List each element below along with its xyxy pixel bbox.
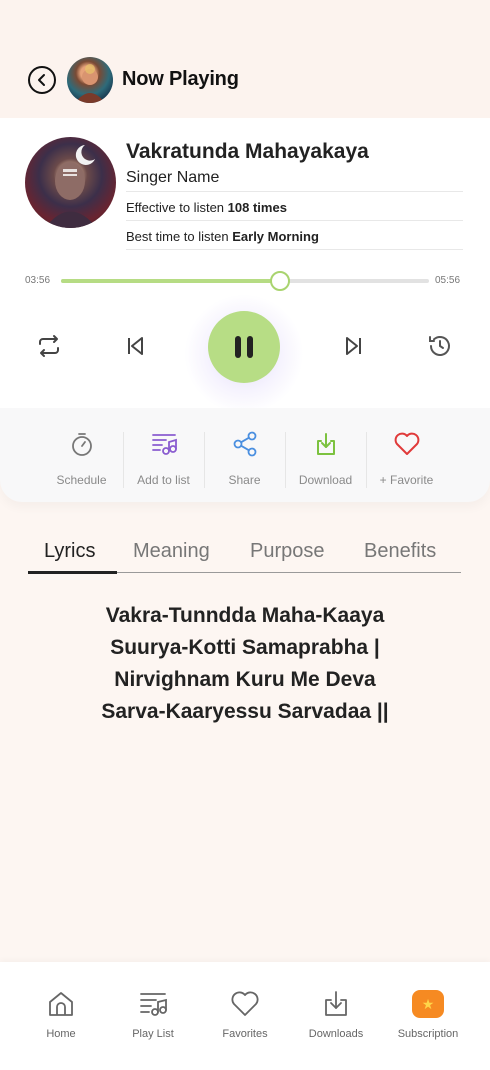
- singer-name: Singer Name: [126, 169, 220, 186]
- home-icon: [45, 988, 77, 1020]
- lyric-line: Vakra-Tunndda Maha-Kaaya: [105, 604, 385, 627]
- best-time-value: Early Morning: [232, 229, 319, 244]
- progress-fill: [61, 279, 280, 283]
- schedule-button[interactable]: Schedule: [41, 408, 122, 502]
- best-time-label: Best time to listen: [126, 229, 229, 244]
- nav-playlist[interactable]: Play List: [107, 962, 199, 1070]
- track-title: Vakratunda Mahayakaya: [126, 140, 369, 163]
- action-label: Schedule: [56, 473, 107, 487]
- player-card: Vakratunda Mahayakaya Singer Name Effect…: [0, 118, 490, 414]
- download-button[interactable]: Download: [285, 408, 366, 502]
- pause-icon: [235, 336, 253, 358]
- playlist-add-icon: [150, 430, 178, 458]
- page-title: Now Playing: [122, 68, 239, 90]
- download-icon: [312, 430, 340, 458]
- nav-favorites[interactable]: Favorites: [199, 962, 291, 1070]
- heart-icon: [393, 430, 421, 458]
- nav-subscription[interactable]: ★ Subscription: [382, 962, 474, 1070]
- tab-lyrics[interactable]: Lyrics: [44, 540, 95, 563]
- tab-benefits[interactable]: Benefits: [364, 540, 436, 563]
- nav-label: Play List: [132, 1028, 174, 1040]
- pause-button[interactable]: [208, 311, 280, 383]
- nav-label: Home: [46, 1028, 76, 1040]
- nav-label: Downloads: [308, 1028, 364, 1040]
- tab-purpose[interactable]: Purpose: [250, 540, 325, 563]
- track-artwork: [25, 137, 116, 228]
- repeat-icon[interactable]: [34, 331, 64, 361]
- share-icon: [231, 430, 259, 458]
- app-header: Now Playing: [0, 0, 490, 118]
- action-bar: Schedule Add to list Share Download + Fa…: [0, 408, 490, 502]
- content-tabs: Lyrics Meaning Purpose Benefits: [28, 540, 461, 574]
- nav-label: Subscription: [397, 1028, 459, 1040]
- best-time-text: Best time to listen Early Morning: [126, 229, 319, 244]
- total-time: 05:56: [435, 275, 461, 286]
- deity-avatar[interactable]: [67, 57, 113, 103]
- nav-home[interactable]: Home: [15, 962, 107, 1070]
- timer-icon[interactable]: [425, 331, 455, 361]
- skip-next-icon[interactable]: [339, 331, 369, 361]
- star-badge-icon: ★: [412, 988, 444, 1020]
- active-tab-indicator: [28, 571, 117, 574]
- playlist-icon: [137, 988, 169, 1020]
- nav-label: Favorites: [222, 1028, 268, 1040]
- listen-count-value: 108 times: [227, 200, 287, 215]
- action-label: Download: [298, 473, 353, 487]
- divider: [126, 220, 463, 221]
- progress-handle[interactable]: [269, 271, 290, 291]
- progress-slider[interactable]: [61, 271, 429, 291]
- action-label: Share: [228, 473, 261, 487]
- favorite-button[interactable]: + Favorite: [366, 408, 447, 502]
- divider: [126, 249, 463, 250]
- lyrics-text: Vakra-Tunndda Maha-Kaaya Suurya-Kotti Sa…: [0, 600, 490, 728]
- listen-count-text: Effective to listen 108 times: [126, 200, 287, 215]
- lyric-line: Sarva-Kaaryessu Sarvadaa ||: [101, 700, 389, 723]
- bottom-nav: Home Play List Favorites Downloads ★ Sub…: [0, 962, 490, 1070]
- action-label: Add to list: [137, 473, 190, 487]
- elapsed-time: 03:56: [25, 275, 51, 286]
- download-tray-icon: [320, 988, 352, 1020]
- back-arrow-icon[interactable]: [28, 66, 56, 94]
- action-label: + Favorite: [379, 473, 434, 487]
- heart-outline-icon: [229, 988, 261, 1020]
- listen-count-label: Effective to listen: [126, 200, 225, 215]
- lyric-line: Suurya-Kotti Samaprabha |: [110, 636, 380, 659]
- stopwatch-icon: [68, 430, 96, 458]
- tab-meaning[interactable]: Meaning: [133, 540, 210, 563]
- skip-previous-icon[interactable]: [120, 331, 150, 361]
- nav-downloads[interactable]: Downloads: [290, 962, 382, 1070]
- lyric-line: Nirvighnam Kuru Me Deva: [114, 668, 376, 691]
- divider: [126, 191, 463, 192]
- add-to-list-button[interactable]: Add to list: [123, 408, 204, 502]
- share-button[interactable]: Share: [204, 408, 285, 502]
